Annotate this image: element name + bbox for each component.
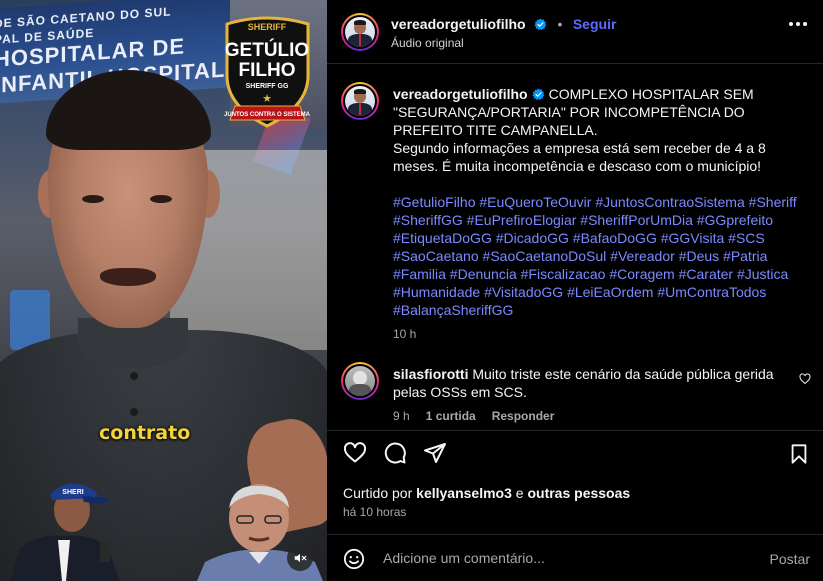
hashtag-link[interactable]: #Vereador bbox=[610, 248, 675, 264]
hashtag-link[interactable]: #Fiscalizacao bbox=[521, 266, 606, 282]
cap-text: SHERI bbox=[62, 489, 83, 496]
verified-badge-icon bbox=[532, 88, 544, 101]
hashtag-link[interactable]: #SCS bbox=[728, 230, 765, 246]
shirt-button bbox=[130, 408, 138, 416]
hashtag-link[interactable]: #DicadoGG bbox=[496, 230, 569, 246]
post-comment-button[interactable]: Postar bbox=[770, 551, 810, 567]
hashtag-link[interactable]: #GGVisita bbox=[661, 230, 725, 246]
hashtag-link[interactable]: #SheriffPorUmDia bbox=[580, 212, 693, 228]
emoji-icon[interactable] bbox=[343, 548, 365, 570]
comment-composer: Postar bbox=[327, 534, 823, 581]
share-send-icon[interactable] bbox=[423, 441, 447, 465]
separator-dot: • bbox=[557, 16, 563, 32]
liked-by-prefix: Curtido por bbox=[343, 485, 413, 501]
caption-body: Segundo informações a empresa está sem r… bbox=[393, 140, 766, 174]
follow-button[interactable]: Seguir bbox=[573, 16, 617, 32]
person-eye bbox=[150, 195, 172, 203]
comment-meta: 9 h 1 curtida Responder bbox=[393, 407, 793, 425]
badge-ribbon-text: JUNTOS CONTRA O SISTEMA bbox=[224, 112, 311, 118]
reply-button[interactable]: Responder bbox=[492, 407, 555, 425]
hashtag-link[interactable]: #GGprefeito bbox=[697, 212, 773, 228]
badge-name-line3: SHERIFF GG bbox=[246, 83, 289, 90]
post-time[interactable]: 10 h bbox=[393, 325, 803, 343]
verified-badge-icon bbox=[534, 18, 547, 31]
like-heart-icon[interactable] bbox=[343, 441, 367, 465]
shirt-button bbox=[130, 372, 138, 380]
save-bookmark-icon[interactable] bbox=[788, 443, 810, 465]
liked-by-and: e bbox=[515, 485, 524, 501]
person-mouth bbox=[100, 268, 156, 286]
inset-photo-left: SHERI bbox=[10, 483, 120, 581]
svg-text:★: ★ bbox=[262, 92, 272, 105]
header-title-row: vereadorgetuliofilho • Seguir bbox=[391, 16, 616, 34]
caption-username[interactable]: vereadorgetuliofilho bbox=[393, 86, 528, 102]
hashtag-link[interactable]: #JuntosContraoSistema bbox=[595, 194, 744, 210]
hashtag-link[interactable]: #VisitadoGG bbox=[484, 284, 563, 300]
post-age: há 10 horas bbox=[343, 505, 407, 519]
post-details-panel: vereadorgetuliofilho • Seguir Áudio orig… bbox=[327, 0, 823, 581]
hashtag-link[interactable]: #Humanidade bbox=[393, 284, 480, 300]
badge-name-line2: FILHO bbox=[239, 60, 296, 81]
muted-speaker-icon bbox=[294, 553, 307, 563]
hashtag-link[interactable]: #Familia bbox=[393, 266, 446, 282]
person-eye bbox=[82, 195, 104, 203]
video-subtitle: contrato bbox=[99, 422, 191, 444]
comment-likes[interactable]: 1 curtida bbox=[426, 407, 476, 425]
liked-by-others[interactable]: outras pessoas bbox=[527, 485, 630, 501]
badge-name-line1: GETÚLIO bbox=[225, 39, 309, 61]
hashtag-link[interactable]: #BalançaSheriffGG bbox=[393, 302, 513, 318]
author-username[interactable]: vereadorgetuliofilho bbox=[391, 16, 526, 32]
post-caption: vereadorgetuliofilho COMPLEXO HOSPITALAR… bbox=[393, 85, 803, 343]
hashtag-link[interactable]: #SaoCaetanoDoSul bbox=[483, 248, 607, 264]
commenter-username[interactable]: silasfiorotti bbox=[393, 366, 468, 382]
comment-bubble-icon[interactable] bbox=[383, 441, 407, 465]
hashtag-link[interactable]: #SheriffGG bbox=[393, 212, 463, 228]
hashtag-link[interactable]: #GetulioFilho bbox=[393, 194, 476, 210]
hashtag-link[interactable]: #EuPrefiroElogiar bbox=[467, 212, 577, 228]
hashtag-link[interactable]: #LeiEaOrdem bbox=[567, 284, 653, 300]
comment-item: silasfiorotti Muito triste este cenário … bbox=[393, 365, 793, 425]
hashtag-list: #GetulioFilho #EuQueroTeOuvir #JuntosCon… bbox=[393, 193, 803, 319]
hashtag-link[interactable]: #Patria bbox=[723, 248, 767, 264]
post-header: vereadorgetuliofilho • Seguir Áudio orig… bbox=[327, 0, 823, 64]
hashtag-link[interactable]: #Denuncia bbox=[450, 266, 517, 282]
commenter-avatar[interactable] bbox=[341, 362, 379, 400]
author-avatar[interactable] bbox=[341, 13, 379, 51]
hashtag-link[interactable]: #Deus bbox=[679, 248, 719, 264]
hashtag-link[interactable]: #Coragem bbox=[609, 266, 674, 282]
divider bbox=[327, 430, 823, 431]
hashtag-link[interactable]: #SaoCaetano bbox=[393, 248, 479, 264]
hashtag-link[interactable]: #Justica bbox=[737, 266, 788, 282]
comment-time[interactable]: 9 h bbox=[393, 407, 410, 425]
mute-button[interactable] bbox=[287, 545, 313, 571]
hashtag-link[interactable]: #EtiquetaDoGG bbox=[393, 230, 492, 246]
liked-by-user[interactable]: kellyanselmo3 bbox=[416, 485, 512, 501]
hashtag-link[interactable]: #UmContraTodos bbox=[657, 284, 766, 300]
hashtag-link[interactable]: #EuQueroTeOuvir bbox=[479, 194, 591, 210]
sheriff-logo: SHERIFF GETÚLIO FILHO SHERIFF GG ★ JUNTO… bbox=[224, 16, 311, 128]
badge-top-text: SHERIFF bbox=[248, 22, 287, 32]
caption-author-avatar[interactable] bbox=[341, 82, 379, 120]
more-options-icon[interactable] bbox=[789, 22, 807, 26]
hashtag-link[interactable]: #Carater bbox=[679, 266, 733, 282]
reel-video[interactable]: DE SÃO CAETANO DO SUL PAL DE SAÚDE HOSPI… bbox=[0, 0, 327, 581]
audio-label[interactable]: Áudio original bbox=[391, 36, 464, 50]
hashtag-link[interactable]: #BafaoDoGG bbox=[573, 230, 657, 246]
liked-by-line: Curtido por kellyanselmo3 e outras pesso… bbox=[343, 485, 630, 501]
comment-like-heart-icon[interactable] bbox=[799, 373, 811, 385]
action-bar bbox=[343, 441, 447, 465]
hashtag-link[interactable]: #Sheriff bbox=[749, 194, 797, 210]
comment-input[interactable] bbox=[383, 550, 743, 566]
